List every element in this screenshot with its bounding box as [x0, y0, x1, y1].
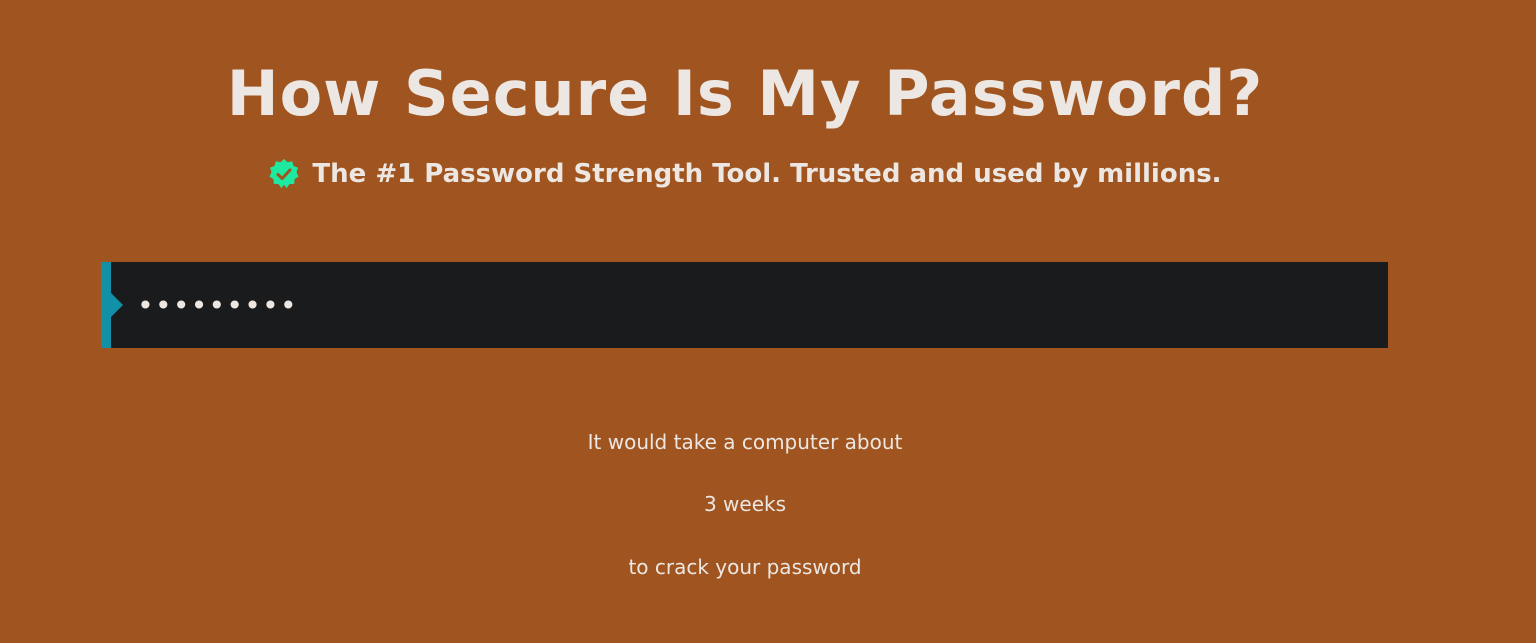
crack-time-value: 3 weeks	[703, 492, 787, 516]
password-input[interactable]	[137, 262, 1367, 348]
input-arrow-indicator	[111, 293, 123, 317]
tagline-text: The #1 Password Strength Tool. Trusted a…	[312, 159, 1222, 189]
page: How Secure Is My Password? The #1 Passwo…	[0, 0, 1536, 643]
verified-badge-icon	[268, 158, 300, 190]
result-outro-text: to crack your password	[628, 555, 862, 579]
password-input-container[interactable]	[101, 262, 1388, 348]
tagline: The #1 Password Strength Tool. Trusted a…	[0, 156, 1490, 192]
page-title: How Secure Is My Password?	[226, 57, 1264, 130]
input-accent-bar	[101, 262, 111, 348]
result-intro-text: It would take a computer about	[587, 430, 903, 454]
